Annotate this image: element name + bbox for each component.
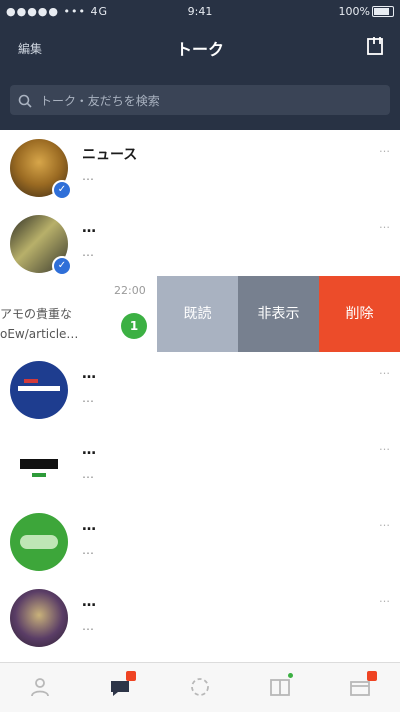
status-bar: ●●●●● ••• 4G 9:41 100% <box>0 0 400 22</box>
swiped-chat-row[interactable]: 22:00 アモの貴重な oEw/article… 1 既読 非表示 削除 <box>0 276 400 352</box>
chat-time: … <box>379 364 390 377</box>
tab-badge <box>367 671 377 681</box>
tab-bar <box>0 662 400 712</box>
tab-timeline[interactable] <box>160 663 240 712</box>
chat-name: … <box>82 594 96 610</box>
chat-preview: … <box>82 169 94 183</box>
chat-time: … <box>379 142 390 155</box>
tab-badge <box>126 671 136 681</box>
avatar <box>10 513 68 571</box>
chat-preview: … <box>82 245 94 259</box>
official-badge-icon: ✓ <box>52 256 72 276</box>
chat-list[interactable]: ✓ ニュース … … ✓ … … … 22:00 アモの貴重な oEw/arti… <box>0 130 400 662</box>
page-title: トーク <box>175 40 224 59</box>
tab-chats[interactable] <box>80 663 160 712</box>
chat-time: … <box>379 592 390 605</box>
delete-button[interactable]: 削除 <box>319 276 400 352</box>
chat-row[interactable]: … … … <box>0 428 400 504</box>
chat-row[interactable]: ✓ ニュース … … <box>0 130 400 206</box>
chat-preview: … <box>82 619 94 633</box>
chat-time: … <box>379 218 390 231</box>
app-header: ●●●●● ••• 4G 9:41 100% 編集 トーク <box>0 0 400 130</box>
chat-preview-line: oEw/article… <box>0 327 78 341</box>
compose-icon[interactable] <box>366 36 386 56</box>
chat-time: … <box>379 516 390 529</box>
chat-row[interactable]: … … … <box>0 352 400 428</box>
search-input[interactable] <box>38 85 382 117</box>
avatar <box>10 589 68 647</box>
chat-time: … <box>379 440 390 453</box>
swiped-chat-content[interactable]: 22:00 アモの貴重な oEw/article… 1 <box>0 276 157 352</box>
chat-name: … <box>82 518 96 534</box>
tab-news[interactable] <box>240 663 320 712</box>
chat-preview: アモの貴重な oEw/article… <box>0 304 78 344</box>
chat-name: … <box>82 442 96 458</box>
tab-home[interactable] <box>0 663 80 712</box>
news-icon <box>270 679 290 696</box>
official-badge-icon: ✓ <box>52 180 72 200</box>
chat-preview-line: アモの貴重な <box>0 307 73 321</box>
chat-preview: … <box>82 467 94 481</box>
chat-time: 22:00 <box>114 284 146 297</box>
search-bar[interactable] <box>10 85 390 117</box>
search-icon <box>18 93 32 108</box>
avatar <box>10 437 68 495</box>
chat-name: ニュース <box>82 147 138 163</box>
tab-wallet[interactable] <box>320 663 400 712</box>
chat-name: … <box>82 220 96 236</box>
chat-row[interactable]: … … … <box>0 580 400 656</box>
avatar <box>10 361 68 419</box>
chat-row[interactable]: ✓ … … … <box>0 206 400 282</box>
chat-preview: … <box>82 391 94 405</box>
battery-percent: 100% <box>338 5 370 18</box>
timeline-icon <box>191 678 209 696</box>
home-icon <box>31 678 49 697</box>
tab-dot <box>288 673 293 678</box>
battery-icon <box>372 6 394 17</box>
chat-name: … <box>82 366 96 382</box>
hide-button[interactable]: 非表示 <box>238 276 319 352</box>
chat-preview: … <box>82 543 94 557</box>
unread-count-badge: 1 <box>121 313 147 339</box>
chat-row[interactable]: … … … <box>0 504 400 580</box>
mark-read-button[interactable]: 既読 <box>157 276 238 352</box>
